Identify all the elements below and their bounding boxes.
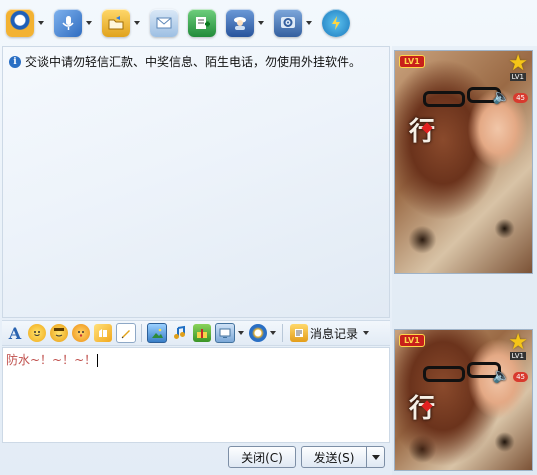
- message-history-label: 消息记录: [310, 326, 359, 341]
- microphone-icon: [54, 9, 82, 37]
- chevron-down-icon[interactable]: [238, 331, 244, 335]
- text-cursor: [97, 354, 99, 367]
- speaker-icon[interactable]: 🔈: [493, 368, 510, 384]
- info-icon: i: [9, 55, 21, 68]
- remote-video[interactable]: LV1 ★ LV1 🔈 45 行: [394, 50, 533, 274]
- remote-video-image: [395, 51, 532, 273]
- glasses-shape: [423, 91, 465, 107]
- share-button[interactable]: [322, 5, 350, 41]
- gear-icon: [274, 9, 302, 37]
- music-icon[interactable]: [171, 324, 189, 342]
- speaker-icon[interactable]: 🔈: [493, 89, 510, 105]
- chevron-down-icon[interactable]: [38, 21, 44, 25]
- top-toolbar: [0, 0, 392, 46]
- format-toolbar: A 消息记录: [2, 320, 390, 346]
- send-button[interactable]: 发送(S): [301, 446, 367, 468]
- font-icon[interactable]: A: [6, 324, 24, 343]
- user-card-button[interactable]: [226, 5, 264, 41]
- gift-icon[interactable]: [193, 324, 211, 342]
- chevron-down-icon[interactable]: [270, 331, 276, 335]
- close-button[interactable]: 关闭(C): [228, 446, 296, 468]
- star-level-label: LV1: [509, 73, 526, 81]
- separator: [282, 324, 283, 342]
- chevron-down-icon[interactable]: [86, 21, 92, 25]
- magic-emoji-icon[interactable]: [72, 324, 90, 342]
- message-history-button[interactable]: 消息记录: [288, 324, 372, 342]
- settings-button[interactable]: [274, 5, 312, 41]
- chevron-down-icon[interactable]: [258, 21, 264, 25]
- level-badge: LV1: [399, 334, 425, 347]
- star-icon: ★: [508, 330, 528, 355]
- message-input-text: 防水~！~！~！: [6, 353, 97, 367]
- send-options-button[interactable]: [366, 446, 385, 468]
- count-badge: 45: [513, 93, 528, 103]
- self-video[interactable]: LV1 ★ LV1 🔈 45 行: [394, 329, 533, 471]
- bottom-bar: 关闭(C) 发送(S): [2, 444, 390, 474]
- folder-icon: [102, 9, 130, 37]
- count-badge: 45: [513, 372, 528, 382]
- emoji-icon[interactable]: [28, 324, 46, 342]
- add-note-button[interactable]: [188, 5, 216, 41]
- email-button[interactable]: [150, 5, 178, 41]
- webcam-button[interactable]: [6, 5, 44, 41]
- webcam-icon: [6, 9, 34, 37]
- chat-history[interactable]: i 交谈中请勿轻信汇款、中奖信息、陌生电话，勿使用外挂软件。: [2, 46, 390, 318]
- send-file-button[interactable]: [102, 5, 140, 41]
- chat-window: i 交谈中请勿轻信汇款、中奖信息、陌生电话，勿使用外挂软件。 A 消息记录 防水…: [0, 0, 537, 475]
- message-input[interactable]: 防水~！~！~！: [2, 347, 390, 443]
- add-note-icon: [188, 9, 216, 37]
- vip-emoji-icon[interactable]: [50, 324, 68, 342]
- star-icon: ★: [508, 51, 528, 76]
- user-card-icon: [226, 9, 254, 37]
- chevron-down-icon: [371, 454, 380, 460]
- chevron-down-icon[interactable]: [306, 21, 312, 25]
- chevron-down-icon[interactable]: [134, 21, 140, 25]
- share-icon: [322, 9, 350, 37]
- email-icon: [150, 9, 178, 37]
- shake-window-icon[interactable]: [94, 324, 112, 342]
- history-icon: [290, 324, 308, 342]
- chevron-down-icon[interactable]: [363, 331, 370, 335]
- screenshot-icon[interactable]: [215, 323, 235, 343]
- image-icon[interactable]: [147, 323, 167, 343]
- star-level-label: LV1: [509, 352, 526, 360]
- doodle-icon[interactable]: [116, 323, 136, 343]
- security-notice-text: 交谈中请勿轻信汇款、中奖信息、陌生电话，勿使用外挂软件。: [25, 55, 362, 69]
- microphone-button[interactable]: [54, 5, 92, 41]
- soso-icon[interactable]: [249, 324, 267, 342]
- glasses-shape: [423, 366, 465, 382]
- level-badge: LV1: [399, 55, 425, 68]
- security-notice: i 交谈中请勿轻信汇款、中奖信息、陌生电话，勿使用外挂软件。: [9, 53, 361, 70]
- separator: [141, 324, 142, 342]
